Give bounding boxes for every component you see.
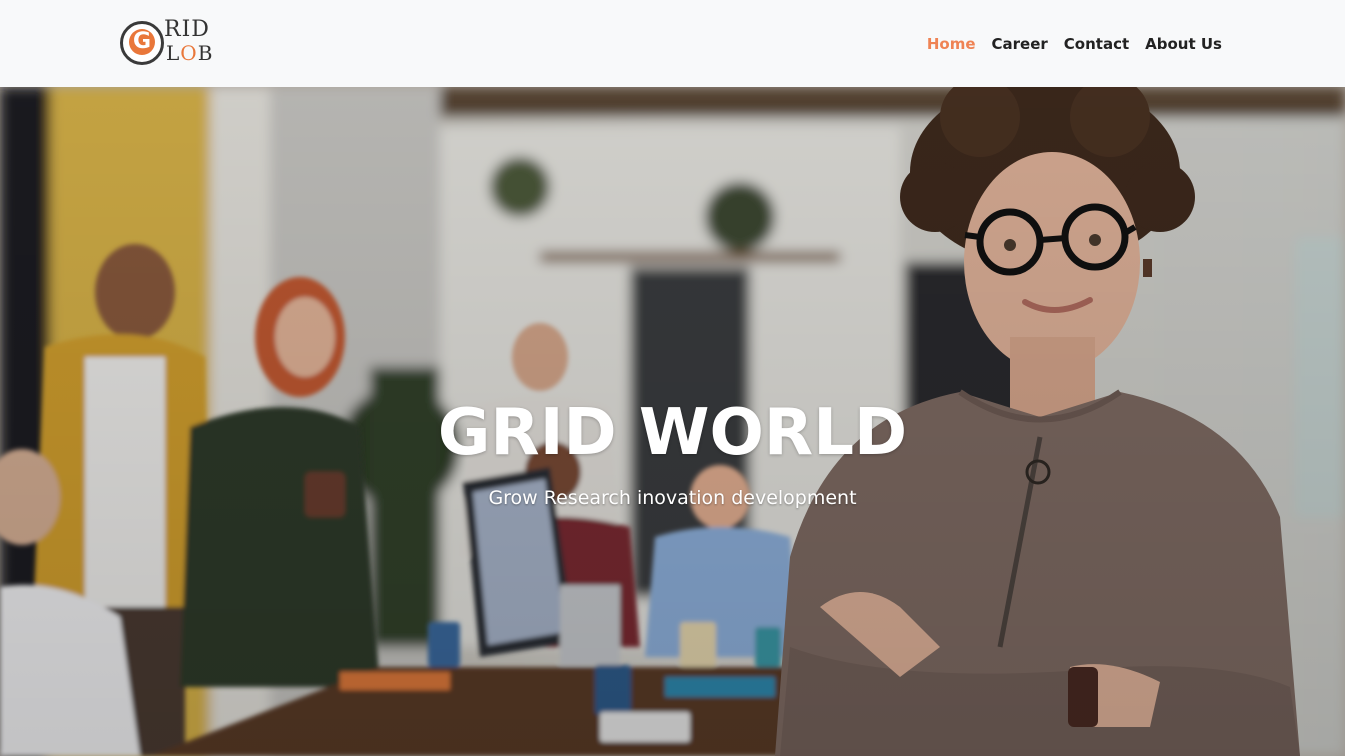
hero-title: GRID WORLD: [437, 396, 908, 470]
navbar: G RID LOB Home Career Contact About Us: [0, 0, 1345, 87]
nav-about-us[interactable]: About Us: [1145, 33, 1222, 55]
logo-text-top: RID: [164, 17, 210, 42]
logo-letter: G: [129, 29, 155, 55]
nav-career[interactable]: Career: [992, 33, 1048, 55]
hero-section: GRID WORLD Grow Research inovation devel…: [0, 87, 1345, 756]
logo-circle-icon: G: [120, 21, 164, 65]
nav-contact[interactable]: Contact: [1064, 33, 1129, 55]
logo-text-bottom: LOB: [166, 41, 214, 65]
hero-subtitle: Grow Research inovation development: [488, 487, 857, 509]
brand-logo[interactable]: G RID LOB: [120, 18, 222, 68]
main-nav: Home Career Contact About Us: [927, 33, 1222, 55]
nav-home[interactable]: Home: [927, 33, 976, 55]
